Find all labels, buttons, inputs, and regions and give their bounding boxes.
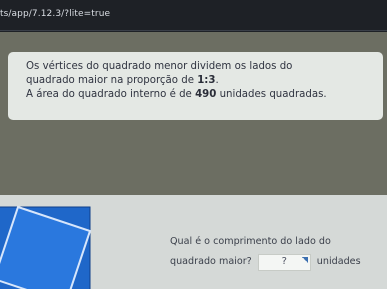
question-block: Qual é o comprimento do lado do quadrado… (170, 232, 380, 272)
problem-line-3-end: unidades quadradas. (216, 89, 327, 100)
problem-line-2-end: . (215, 75, 219, 86)
ratio-value: 1:3 (197, 75, 216, 86)
problem-line-2: quadrado maior na proporção de 1:3. (26, 74, 376, 88)
browser-address-bar[interactable]: ts/app/7.12.3/?lite=true (0, 0, 387, 32)
area-value: 490 (195, 89, 217, 100)
unit-label: unidades (316, 256, 361, 267)
problem-statement: Os vértices do quadrado menor dividem os… (26, 60, 376, 102)
square-figure (0, 205, 92, 289)
problem-line-3-text: A área do quadrado interno é de (26, 89, 196, 100)
question-line-2: quadrado maior? ? unidades (170, 252, 380, 272)
question-line-1: Qual é o comprimento do lado do (170, 236, 331, 247)
problem-line-3: A área do quadrado interno é de 490 unid… (26, 88, 376, 102)
problem-line-1: Os vértices do quadrado menor dividem os… (26, 61, 293, 72)
address-bar-divider (0, 30, 387, 31)
problem-card: Os vértices do quadrado menor dividem os… (8, 52, 383, 120)
input-corner-flag-icon (301, 256, 308, 263)
answer-placeholder: ? (281, 256, 287, 267)
problem-line-2-text: quadrado maior na proporção de (26, 75, 198, 86)
url-text[interactable]: ts/app/7.12.3/?lite=true (0, 9, 110, 19)
answer-input[interactable]: ? (257, 253, 311, 271)
question-line-2-text: quadrado maior? (170, 256, 252, 267)
